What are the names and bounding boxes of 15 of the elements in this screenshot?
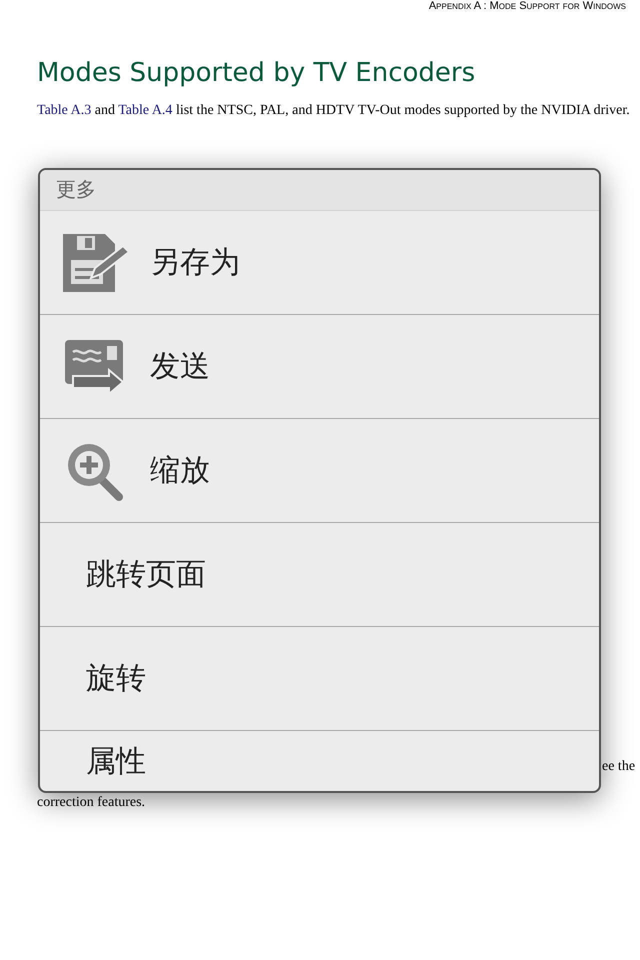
paragraph-fragment: ee the — [602, 759, 636, 774]
section-title: Modes Supported by TV Encoders — [37, 57, 476, 89]
paragraph-text: correction features. — [37, 795, 146, 810]
menu-item[interactable]: 缩放 — [40, 419, 599, 523]
menu-item[interactable]: 旋转 — [40, 627, 599, 731]
intro-paragraph: Table A.3 and Table A.4 list the NTSC, PAL, and HDTV TV-Out modes supported by the NVIDIA driver. — [37, 102, 631, 120]
menu-item[interactable]: 跳转页面 — [40, 523, 599, 627]
menu-item[interactable]: 属性 — [40, 731, 599, 791]
menu-item[interactable]: 另存为 — [40, 211, 599, 315]
running-header: Appendix A : Mode Support for Windows — [428, 0, 626, 12]
table-link[interactable]: Table A.4 — [118, 103, 172, 118]
table-link[interactable]: Table A.3 — [37, 103, 92, 118]
floppy-pencil-icon — [61, 232, 129, 294]
menu-title: 更多 — [56, 178, 96, 203]
menu-item[interactable]: 发送 — [40, 315, 599, 419]
